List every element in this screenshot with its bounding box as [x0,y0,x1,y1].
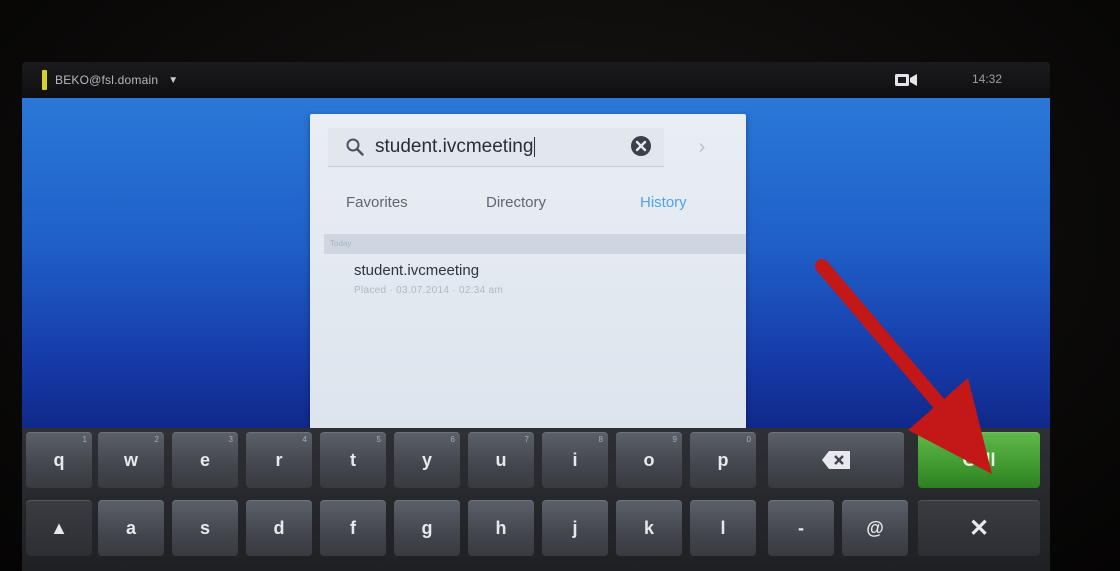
key-hyphen[interactable]: - [768,500,834,556]
key-p[interactable]: p0 [690,432,756,488]
account-label[interactable]: BEKO@fsl.domain [55,73,158,87]
history-item-meta: Placed · 03.07.2014 · 02:34 am [354,285,504,296]
search-icon [346,138,364,156]
key-y[interactable]: y6 [394,432,460,488]
search-query: student.ivcmeeting [375,136,536,157]
tab-directory[interactable]: Directory [486,194,546,211]
on-screen-keyboard: q1 w2 e3 r4 t5 y6 u7 i8 o9 p0 Call ▲ a s… [22,428,1050,571]
clock: 14:32 [972,72,1003,86]
key-d[interactable]: d [246,500,312,556]
key-e[interactable]: e3 [172,432,238,488]
key-h[interactable]: h [468,500,534,556]
tab-history[interactable]: History [640,194,687,211]
key-t[interactable]: t5 [320,432,386,488]
key-s[interactable]: s [172,500,238,556]
shift-key[interactable]: ▲ [26,500,92,556]
key-at[interactable]: @ [842,500,908,556]
signal-indicator-icon [42,70,47,90]
key-k[interactable]: k [616,500,682,556]
call-button[interactable]: Call [918,432,1040,488]
history-list-item[interactable]: student.ivcmeeting Placed · 03.07.2014 ·… [354,262,503,296]
key-u[interactable]: u7 [468,432,534,488]
key-j[interactable]: j [542,500,608,556]
tab-favorites[interactable]: Favorites [346,194,408,211]
history-item-name: student.ivcmeeting [354,262,480,279]
search-input[interactable]: student.ivcmeeting [328,128,664,167]
key-a[interactable]: a [98,500,164,556]
status-bar: BEKO@fsl.domain ▼ 14:32 [22,62,1050,98]
history-section-header: Today [324,234,746,254]
key-r[interactable]: r4 [246,432,312,488]
text-cursor [534,136,536,157]
key-q[interactable]: q1 [26,432,92,488]
close-keyboard-button[interactable]: ✕ [918,500,1040,556]
screen: BEKO@fsl.domain ▼ 14:32 student.ivcmeeti… [22,62,1050,571]
key-o[interactable]: o9 [616,432,682,488]
key-w[interactable]: w2 [98,432,164,488]
key-g[interactable]: g [394,500,460,556]
tab-bar: Favorites Directory History [310,182,746,222]
key-i[interactable]: i8 [542,432,608,488]
backspace-icon [822,451,850,469]
backspace-key[interactable] [768,432,904,488]
clear-search-icon[interactable] [630,135,652,157]
key-l[interactable]: l [690,500,756,556]
search-next-button[interactable]: › [680,128,724,166]
video-camera-icon[interactable] [894,71,918,89]
key-f[interactable]: f [320,500,386,556]
dial-panel: student.ivcmeeting › Favorites Directory… [310,114,746,434]
account-dropdown-icon[interactable]: ▼ [168,75,178,86]
